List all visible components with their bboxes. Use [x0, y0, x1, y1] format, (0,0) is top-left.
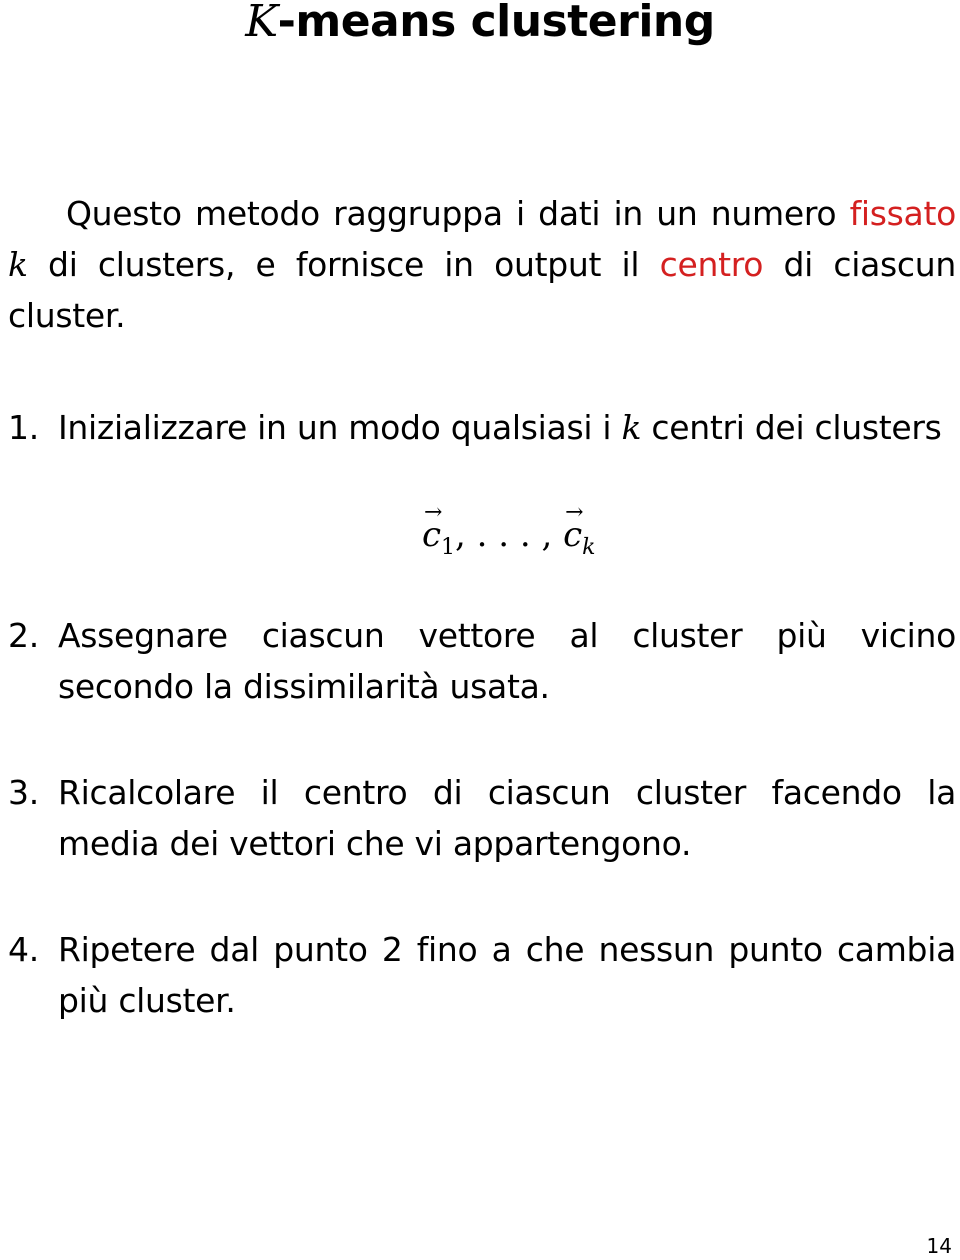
intro-text-2: di clusters, e fornisce in output il: [27, 245, 660, 284]
step-3: 3. Ricalcolare il centro di ciascun clus…: [8, 767, 956, 869]
step-text: Assegnare ciascun vettore al cluster più…: [58, 616, 956, 706]
highlight-fissato: fissato: [849, 194, 957, 233]
subscript-k: k: [582, 535, 596, 560]
slide-title: K-means clustering: [0, 0, 960, 48]
step-text: Inizializzare in un modo qualsiasi i: [58, 408, 622, 447]
step-text-after: centri dei clusters: [641, 408, 942, 447]
highlight-centro: centro: [659, 245, 764, 284]
centers-formula: c1, . . . , ck: [422, 488, 596, 573]
vector-ck: c: [563, 488, 583, 560]
step-2: 2. Assegnare ciascun vettore al cluster …: [8, 610, 956, 712]
step-1: 1. Inizializzare in un modo qualsiasi i …: [8, 402, 956, 453]
step-number: 1.: [8, 408, 39, 447]
subscript-1: 1: [441, 535, 456, 560]
step-4: 4. Ripetere dal punto 2 fino a che nessu…: [8, 924, 956, 1026]
step-text: Ripetere dal punto 2 fino a che nessun p…: [58, 930, 956, 1020]
step-number: 3.: [8, 773, 39, 812]
step-text: Ricalcolare il centro di ciascun cluster…: [58, 773, 956, 863]
intro-text-1: Questo metodo raggruppa i dati in un num…: [66, 194, 850, 233]
page-number: 14: [926, 1234, 952, 1258]
math-k: k: [8, 245, 28, 284]
ellipsis: , . . . ,: [455, 515, 564, 555]
step-number: 4.: [8, 930, 39, 969]
intro-paragraph: Questo metodo raggruppa i dati in un num…: [8, 188, 956, 341]
title-math-k: K: [245, 0, 278, 47]
vector-c1: c: [422, 488, 442, 560]
title-text: -means clustering: [277, 0, 716, 47]
step-number: 2.: [8, 616, 39, 655]
math-k: k: [621, 408, 642, 447]
